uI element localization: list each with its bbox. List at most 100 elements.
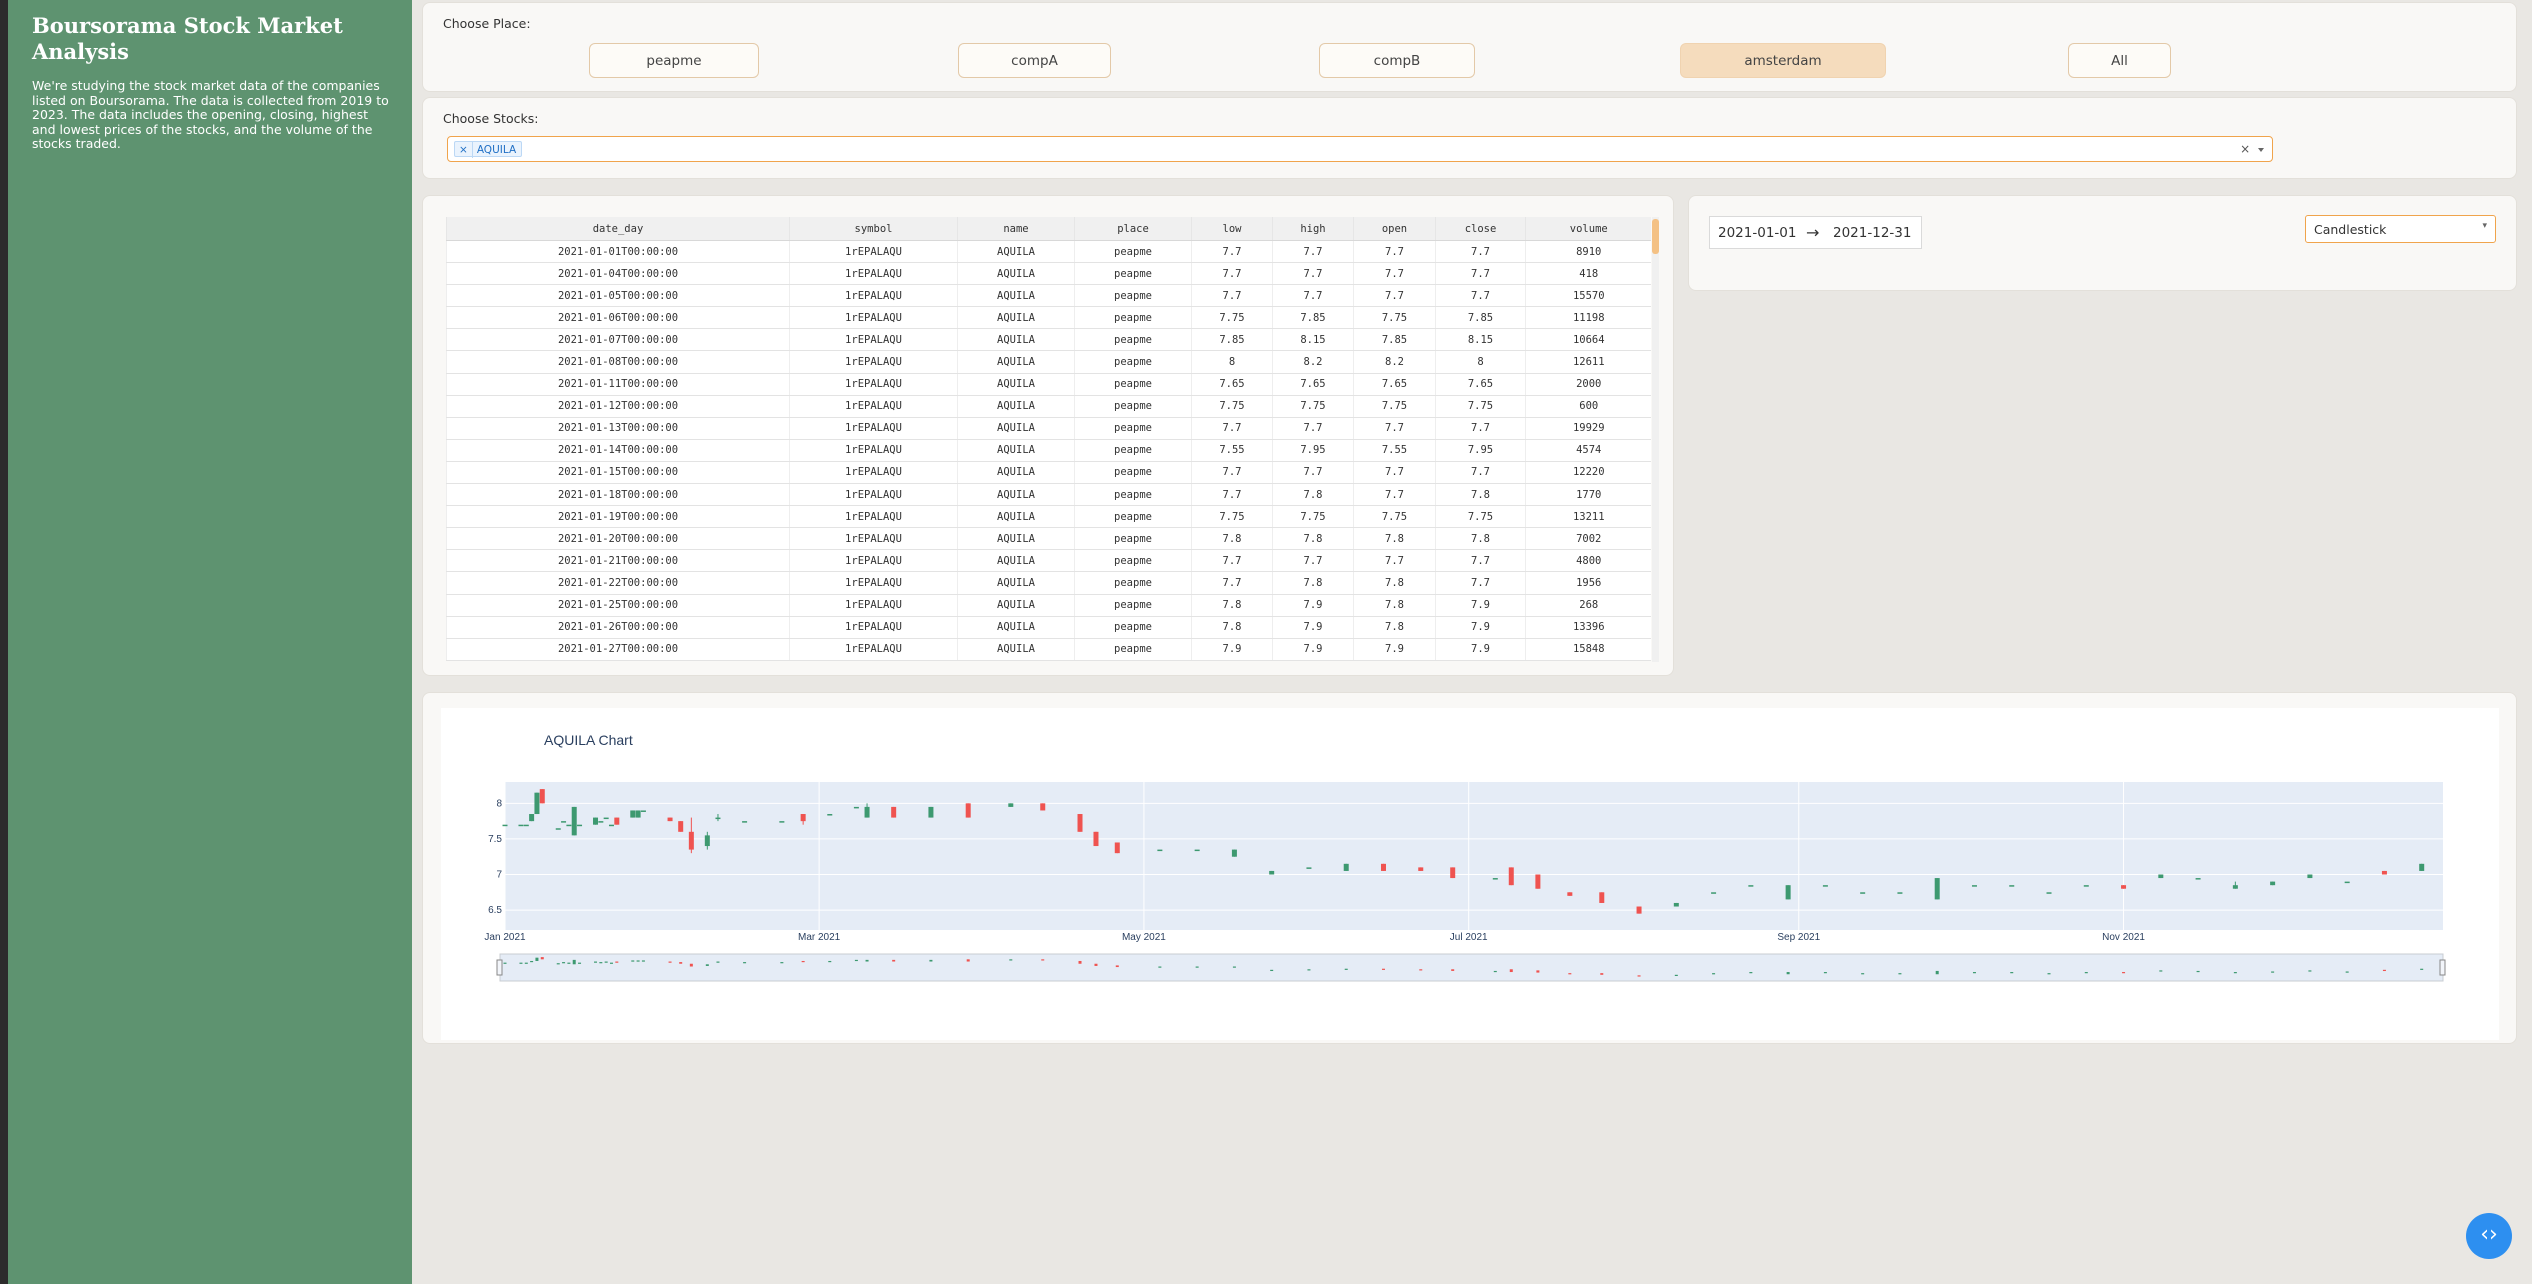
- table-row[interactable]: 2021-01-11T00:00:00 1rEPALAQU AQUILA peapme…: [446, 373, 1651, 396]
- candle[interactable]: [593, 817, 599, 825]
- candle[interactable]: [1748, 885, 1754, 887]
- chart-type-select[interactable]: Candlestick ▾: [2305, 215, 2496, 243]
- candle[interactable]: [2195, 878, 2201, 880]
- place-button-compb[interactable]: compB: [1319, 43, 1475, 78]
- table-row[interactable]: 2021-01-05T00:00:00 1rEPALAQU AQUILA peapme…: [446, 284, 1651, 308]
- place-button-all[interactable]: All: [2068, 43, 2171, 78]
- range-slider-left-handle[interactable]: [496, 959, 503, 976]
- candle[interactable]: [2083, 885, 2089, 887]
- table-row[interactable]: 2021-01-22T00:00:00 1rEPALAQU AQUILA peapme…: [446, 571, 1651, 595]
- candle[interactable]: [608, 824, 614, 827]
- candle[interactable]: [2381, 870, 2387, 875]
- candle[interactable]: [1897, 892, 1903, 894]
- table-row[interactable]: 2021-01-01T00:00:00 1rEPALAQU AQUILA peapme…: [446, 240, 1651, 264]
- candle[interactable]: [2307, 874, 2313, 879]
- table-row[interactable]: 2021-01-27T00:00:00 1rEPALAQU AQUILA peapme…: [446, 638, 1651, 661]
- candle[interactable]: [630, 810, 636, 818]
- candle[interactable]: [518, 824, 524, 827]
- candle[interactable]: [1450, 867, 1456, 879]
- range-slider-right-handle[interactable]: [2439, 959, 2446, 976]
- table-row[interactable]: 2021-01-14T00:00:00 1rEPALAQU AQUILA peapme…: [446, 439, 1651, 462]
- column-header-place[interactable]: place: [1074, 217, 1192, 241]
- candle[interactable]: [561, 821, 567, 823]
- candle[interactable]: [1157, 849, 1163, 852]
- table-row[interactable]: 2021-01-06T00:00:00 1rEPALAQU AQUILA peapme…: [446, 306, 1651, 330]
- candle[interactable]: [2158, 874, 2164, 879]
- candle[interactable]: [1380, 863, 1386, 871]
- candle[interactable]: [1711, 892, 1717, 894]
- table-row[interactable]: 2021-01-21T00:00:00 1rEPALAQU AQUILA peapme…: [446, 549, 1651, 573]
- candle[interactable]: [1194, 849, 1200, 852]
- candle[interactable]: [2344, 881, 2350, 884]
- candle[interactable]: [1567, 892, 1573, 896]
- candle[interactable]: [1535, 874, 1541, 889]
- candle[interactable]: [1822, 885, 1828, 887]
- chevron-down-icon[interactable]: [2258, 147, 2264, 152]
- candle[interactable]: [891, 806, 897, 818]
- table-row[interactable]: 2021-01-26T00:00:00 1rEPALAQU AQUILA peapme…: [446, 616, 1651, 639]
- candle[interactable]: [2009, 885, 2015, 887]
- candle[interactable]: [1785, 885, 1791, 900]
- candle[interactable]: [1673, 902, 1679, 907]
- candle[interactable]: [1093, 831, 1099, 847]
- table-row[interactable]: 2021-01-19T00:00:00 1rEPALAQU AQUILA peapme…: [446, 505, 1651, 529]
- column-header-name[interactable]: name: [957, 217, 1075, 241]
- candle[interactable]: [1343, 863, 1349, 871]
- candle[interactable]: [1418, 867, 1424, 871]
- candle[interactable]: [571, 806, 577, 836]
- candle[interactable]: [529, 814, 535, 822]
- candle[interactable]: [1508, 867, 1514, 886]
- place-button-amsterdam[interactable]: amsterdam: [1680, 43, 1886, 78]
- table-row[interactable]: 2021-01-07T00:00:00 1rEPALAQU AQUILA peapme…: [446, 328, 1651, 352]
- candle[interactable]: [928, 806, 934, 818]
- candle[interactable]: [1492, 878, 1498, 880]
- candle[interactable]: [1599, 892, 1605, 903]
- column-header-volume[interactable]: volume: [1525, 217, 1651, 241]
- candle[interactable]: [827, 814, 833, 816]
- table-row[interactable]: 2021-01-12T00:00:00 1rEPALAQU AQUILA peapme…: [446, 395, 1651, 418]
- candle[interactable]: [566, 824, 572, 827]
- candle[interactable]: [1008, 803, 1014, 807]
- candle[interactable]: [853, 806, 859, 809]
- end-date-input[interactable]: 2021-12-31: [1833, 225, 1911, 241]
- table-row[interactable]: 2021-01-13T00:00:00 1rEPALAQU AQUILA peapme…: [446, 417, 1651, 440]
- candle[interactable]: [1971, 885, 1977, 887]
- candle[interactable]: [1636, 906, 1642, 914]
- candle[interactable]: [2270, 881, 2276, 886]
- candle[interactable]: [614, 817, 620, 825]
- candle[interactable]: [1114, 842, 1120, 854]
- candle[interactable]: [742, 821, 748, 823]
- candle[interactable]: [678, 821, 684, 832]
- candle[interactable]: [1231, 849, 1237, 857]
- candle[interactable]: [1306, 867, 1312, 869]
- candle[interactable]: [640, 810, 646, 812]
- candle[interactable]: [603, 817, 609, 820]
- table-row[interactable]: 2021-01-08T00:00:00 1rEPALAQU AQUILA peapme…: [446, 350, 1651, 374]
- table-scrollbar[interactable]: [1652, 217, 1659, 662]
- candle[interactable]: [555, 828, 561, 830]
- candle[interactable]: [1040, 803, 1046, 811]
- candle[interactable]: [523, 824, 529, 827]
- candle[interactable]: [635, 810, 641, 818]
- candle[interactable]: [598, 821, 604, 823]
- candle[interactable]: [577, 824, 583, 827]
- candle[interactable]: [1077, 814, 1083, 832]
- table-scroll-thumb[interactable]: [1652, 219, 1659, 254]
- place-button-peapme[interactable]: peapme: [589, 43, 759, 78]
- stock-dropdown[interactable]: × AQUILA ×: [447, 136, 2273, 162]
- candle[interactable]: [1934, 878, 1940, 900]
- code-toggle-button[interactable]: ‹›: [2466, 1213, 2512, 1259]
- range-slider[interactable]: [499, 953, 2444, 982]
- candle[interactable]: [965, 803, 971, 818]
- table-row[interactable]: 2021-01-04T00:00:00 1rEPALAQU AQUILA peapme…: [446, 262, 1651, 286]
- candle[interactable]: [2046, 892, 2052, 894]
- chip-remove-icon[interactable]: ×: [457, 142, 473, 158]
- data-table-viewport[interactable]: date_day symbol name place low high open close v…: [446, 217, 1651, 662]
- place-button-compa[interactable]: compA: [958, 43, 1111, 78]
- candle[interactable]: [1269, 870, 1275, 875]
- column-header-open[interactable]: open: [1353, 217, 1436, 241]
- column-header-low[interactable]: low: [1191, 217, 1273, 241]
- candle[interactable]: [539, 789, 545, 804]
- table-row[interactable]: 2021-01-20T00:00:00 1rEPALAQU AQUILA peapme…: [446, 527, 1651, 551]
- table-row[interactable]: 2021-01-18T00:00:00 1rEPALAQU AQUILA peapme…: [446, 483, 1651, 507]
